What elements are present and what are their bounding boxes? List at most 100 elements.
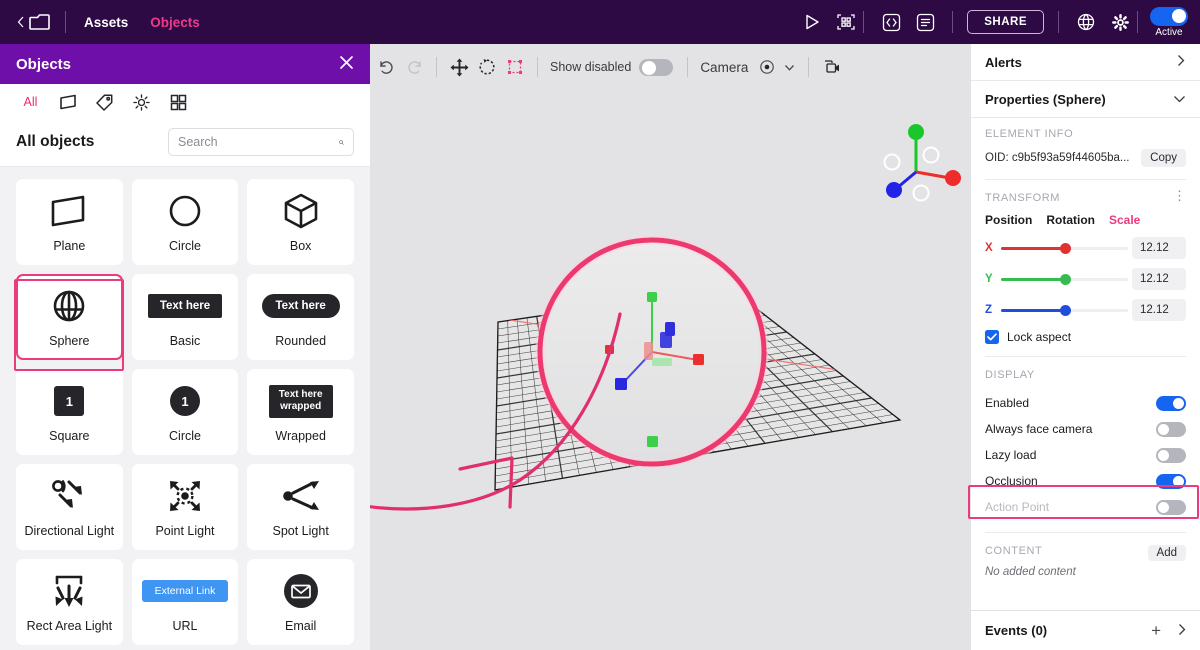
viewport[interactable]: Show disabled Camera <box>370 44 970 650</box>
copy-button[interactable]: Copy <box>1141 149 1186 167</box>
redo-icon[interactable] <box>400 44 428 90</box>
lock-aspect-checkbox[interactable] <box>985 330 999 344</box>
chevron-right-icon[interactable] <box>1177 623 1187 639</box>
tab-all[interactable]: All <box>12 84 49 120</box>
add-content-button[interactable]: Add <box>1148 545 1186 561</box>
breadcrumb-objects[interactable]: Objects <box>150 15 200 30</box>
object-card-url[interactable]: External LinkURL <box>132 559 239 645</box>
document-icon[interactable] <box>908 0 942 44</box>
display-row-action-point[interactable]: Action Point <box>985 494 1186 520</box>
object-card-circle-badge[interactable]: 1Circle <box>132 369 239 455</box>
tab-plane-icon[interactable] <box>49 84 86 120</box>
alerts-row[interactable]: Alerts <box>971 44 1200 81</box>
object-card-square[interactable]: 1Square <box>16 369 123 455</box>
transform-axis-row-x: X 12.12 <box>985 237 1186 259</box>
axis-slider-y[interactable] <box>1001 272 1128 286</box>
back-folder-button[interactable] <box>0 13 65 31</box>
transform-axis-row-z: Z12.12 <box>985 299 1186 321</box>
qr-scan-icon[interactable] <box>829 0 863 44</box>
search-box[interactable] <box>168 128 354 156</box>
breadcrumb-assets[interactable]: Assets <box>84 15 128 30</box>
display-toggle-enabled[interactable] <box>1156 396 1186 411</box>
axis-slider-z[interactable] <box>1001 303 1128 317</box>
all-objects-title: All objects <box>16 133 94 151</box>
display-row-enabled[interactable]: Enabled <box>985 390 1186 416</box>
display-row-label: Lazy load <box>985 448 1036 462</box>
camera-target-icon[interactable] <box>756 44 778 90</box>
badge-circle-icon-chip: 1 <box>170 386 200 416</box>
search-input[interactable] <box>178 135 339 149</box>
properties-label: Properties (Sphere) <box>985 92 1106 107</box>
active-toggle[interactable]: Active <box>1150 7 1188 38</box>
axis-value-z[interactable]: 12.12 <box>1132 299 1186 321</box>
object-card-directional-light[interactable]: Directional Light <box>16 464 123 550</box>
display-row-occlusion[interactable]: Occlusion <box>985 468 1186 494</box>
object-card-point-light[interactable]: Point Light <box>132 464 239 550</box>
display-row-label: Occlusion <box>985 474 1038 488</box>
close-icon[interactable] <box>337 53 356 76</box>
show-disabled-label: Show disabled <box>550 60 631 74</box>
tab-rotation[interactable]: Rotation <box>1046 213 1095 227</box>
tab-scale[interactable]: Scale <box>1109 213 1140 227</box>
object-card-email[interactable]: Email <box>247 559 354 645</box>
chevron-down-icon[interactable] <box>778 44 800 90</box>
tab-tag-icon[interactable] <box>86 84 123 120</box>
object-card-rounded[interactable]: Text hereRounded <box>247 274 354 360</box>
spot-light-icon <box>280 476 322 516</box>
scale-gizmo-icon[interactable] <box>501 44 529 90</box>
object-card-basic[interactable]: Text here Basic <box>132 274 239 360</box>
display-toggle-occlusion[interactable] <box>1156 474 1186 489</box>
display-row-label: Action Point <box>985 500 1049 514</box>
display-row-always-face-camera[interactable]: Always face camera <box>985 416 1186 442</box>
move-gizmo-icon[interactable] <box>445 44 473 90</box>
tab-position[interactable]: Position <box>985 213 1032 227</box>
axis-label-y: Y <box>985 273 999 285</box>
oid-row: OID: c9b5f93a59f44605ba... Copy <box>985 149 1186 167</box>
element-info-section-label: ELEMENT INFO <box>985 128 1186 140</box>
object-card-label: Rect Area Light <box>27 619 112 633</box>
chevron-down-icon[interactable] <box>1173 92 1186 107</box>
rotate-gizmo-icon[interactable] <box>473 44 501 90</box>
alerts-label: Alerts <box>985 55 1022 70</box>
object-card-box[interactable]: Box <box>247 179 354 265</box>
object-card-spot-light[interactable]: Spot Light <box>247 464 354 550</box>
object-card-wrapped[interactable]: Text herewrappedWrapped <box>247 369 354 455</box>
code-icon[interactable] <box>874 0 908 44</box>
gear-icon[interactable] <box>1103 0 1137 44</box>
properties-row[interactable]: Properties (Sphere) <box>971 81 1200 118</box>
plus-icon[interactable]: + <box>1151 621 1161 641</box>
object-card-circle[interactable]: Circle <box>132 179 239 265</box>
lock-aspect-row[interactable]: Lock aspect <box>985 330 1186 344</box>
object-card-plane[interactable]: Plane <box>16 179 123 265</box>
objects-panel: Objects All <box>0 44 370 650</box>
box-cube-icon <box>283 191 319 231</box>
axis-value-x[interactable]: 12.12 <box>1132 237 1186 259</box>
object-card-label: Plane <box>53 239 85 253</box>
show-disabled-switch[interactable] <box>639 59 673 76</box>
active-switch[interactable] <box>1150 7 1188 26</box>
axis-slider-x[interactable] <box>1001 241 1128 255</box>
circle-outline-icon <box>168 191 202 231</box>
label-basic-icon: Text here <box>148 286 222 326</box>
play-icon[interactable] <box>795 0 829 44</box>
axis-value-y[interactable]: 12.12 <box>1132 268 1186 290</box>
display-toggle-always-face-camera[interactable] <box>1156 422 1186 437</box>
undo-icon[interactable] <box>372 44 400 90</box>
share-button[interactable]: SHARE <box>967 10 1044 34</box>
more-vertical-icon[interactable]: ⋮ <box>1173 192 1186 200</box>
axis-label-x: X <box>985 242 999 254</box>
display-toggle-action-point[interactable] <box>1156 500 1186 515</box>
display-row-lazy-load[interactable]: Lazy load <box>985 442 1186 468</box>
object-card-rect-area-light[interactable]: Rect Area Light <box>16 559 123 645</box>
events-bar[interactable]: Events (0) + <box>971 610 1200 650</box>
duplicate-camera-icon[interactable] <box>817 44 847 90</box>
object-card-label: URL <box>172 619 197 633</box>
object-card-label: Basic <box>170 334 201 348</box>
object-card-sphere[interactable]: Sphere <box>16 274 123 360</box>
display-toggle-lazy-load[interactable] <box>1156 448 1186 463</box>
scene-3d[interactable] <box>370 90 970 650</box>
tab-grid-icon[interactable] <box>160 84 197 120</box>
tab-light-icon[interactable] <box>123 84 160 120</box>
globe-icon[interactable] <box>1069 0 1103 44</box>
chevron-right-icon[interactable] <box>1176 54 1186 70</box>
